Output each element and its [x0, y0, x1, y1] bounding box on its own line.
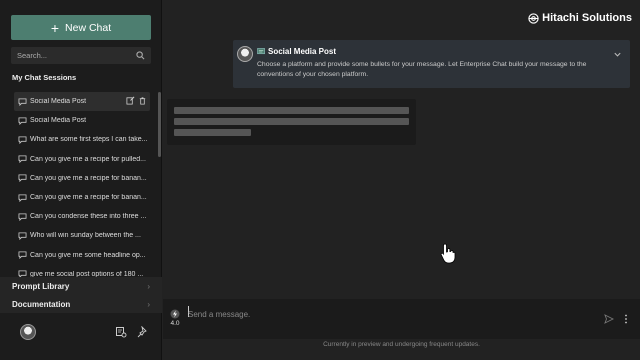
nav-documentation[interactable]: Documentation ›	[0, 295, 162, 313]
message-input[interactable]	[188, 304, 588, 324]
hand-pointer-cursor-icon	[440, 243, 456, 264]
model-selector[interactable]: 4.0	[169, 309, 181, 327]
brand: Hitachi Solutions	[528, 12, 632, 24]
session-label: Can you give me some headline op...	[30, 251, 146, 259]
search-input[interactable]	[11, 51, 133, 60]
session-label: Can you condense these into three ...	[30, 213, 147, 221]
session-label: Can you give me a recipe for banan...	[30, 194, 147, 202]
session-label: Can you give me a recipe for banan...	[30, 174, 147, 182]
trash-icon[interactable]	[138, 96, 147, 105]
loading-skeleton-line	[174, 118, 409, 125]
edit-icon[interactable]	[126, 96, 135, 105]
session-item[interactable]: Social Media Post	[14, 111, 150, 130]
prompt-card: Social Media Post Choose a platform and …	[233, 40, 630, 88]
nav-prompt-library-label: Prompt Library	[12, 281, 70, 291]
nav-documentation-label: Documentation	[12, 299, 71, 309]
chat-bubble-icon	[18, 174, 27, 183]
chat-bubble-icon	[18, 232, 27, 240]
chevron-down-icon[interactable]	[613, 50, 622, 59]
new-chat-label: New Chat	[65, 21, 112, 34]
user-avatar[interactable]	[20, 324, 36, 340]
plus-icon: +	[50, 19, 60, 36]
prompt-description: Choose a platform and provide some bulle…	[257, 61, 587, 78]
prompt-title: Social Media Post	[257, 47, 336, 56]
session-item[interactable]: Can you give me a recipe for banan...	[14, 169, 150, 188]
session-item[interactable]: Can you give me some headline op...	[14, 246, 150, 265]
session-item[interactable]: Can you condense these into three ...	[14, 207, 150, 226]
model-version: 4.0	[170, 320, 180, 327]
pin-icon[interactable]	[136, 326, 148, 338]
nav-prompt-library[interactable]: Prompt Library ›	[0, 277, 162, 295]
chat-bubble-icon	[18, 98, 27, 106]
assistant-avatar	[237, 46, 253, 62]
session-list: Social Media Post Social Media Post What…	[14, 92, 150, 284]
session-item[interactable]: Can you give me a recipe for pulled...	[14, 150, 150, 169]
preview-notice: Currently in preview and undergoing freq…	[323, 341, 480, 348]
sidebar: + New Chat My Chat Sessions Social Media…	[0, 0, 162, 360]
chat-bubble-icon	[18, 136, 27, 144]
loading-skeleton-line	[174, 107, 409, 114]
session-label: Who will win sunday between the ...	[30, 232, 141, 240]
main-panel: Hitachi Solutions Social Media Post Choo…	[163, 0, 640, 360]
chat-bubble-icon	[18, 251, 27, 260]
chevron-right-icon: ›	[147, 281, 150, 291]
sidebar-footer	[0, 316, 162, 348]
brand-name: Hitachi Solutions	[542, 12, 632, 24]
message-composer: 4.0	[163, 299, 640, 339]
session-item[interactable]: What are some first steps I can take...	[14, 130, 150, 149]
search-box	[11, 47, 151, 64]
session-label: Can you give me a recipe for pulled...	[30, 155, 146, 163]
session-item[interactable]: Can you give me a recipe for banan...	[14, 188, 150, 207]
chat-bubble-icon	[18, 213, 27, 221]
response-loading-card	[167, 99, 416, 145]
document-settings-icon[interactable]	[115, 326, 127, 338]
session-scrollbar[interactable]	[158, 92, 161, 157]
sessions-title: My Chat Sessions	[12, 73, 77, 82]
prompt-title-text: Social Media Post	[268, 47, 337, 56]
send-icon[interactable]	[604, 314, 614, 324]
session-item[interactable]: Social Media Post	[14, 92, 150, 112]
chat-bubble-icon	[18, 155, 27, 164]
session-label: Social Media Post	[30, 117, 87, 125]
chat-bubble-icon	[18, 117, 27, 125]
hitachi-logo-icon	[528, 12, 539, 24]
session-label: Social Media Post	[30, 98, 87, 106]
session-label: What are some first steps I can take...	[30, 136, 148, 144]
new-chat-button[interactable]: + New Chat	[11, 15, 151, 40]
search-icon[interactable]	[133, 49, 147, 63]
lightning-icon	[170, 309, 180, 319]
chevron-right-icon: ›	[147, 299, 150, 309]
session-item[interactable]: Who will win sunday between the ...	[14, 226, 150, 245]
more-options-icon[interactable]	[623, 314, 629, 324]
message-flag-icon	[257, 47, 265, 54]
chat-bubble-icon	[18, 194, 27, 202]
loading-skeleton-line	[174, 129, 251, 136]
